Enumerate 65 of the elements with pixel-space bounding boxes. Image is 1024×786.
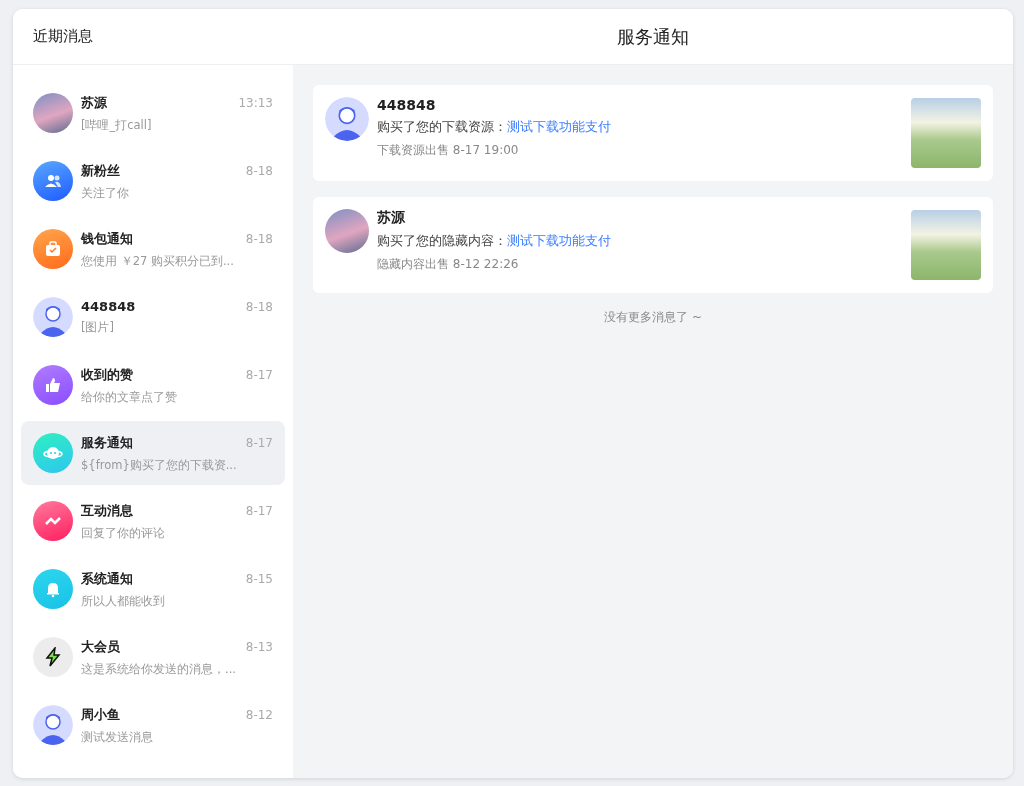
message-preview: 回复了你的评论 bbox=[81, 525, 166, 541]
message-time: 8-18 bbox=[245, 163, 273, 178]
notice-text: 购买了您的隐藏内容：测试下载功能支付 bbox=[377, 233, 612, 250]
message-time: 8-17 bbox=[245, 435, 273, 450]
avatar-silhouette bbox=[33, 297, 73, 337]
contact-name: 苏源 bbox=[81, 93, 107, 112]
contact-name: 收到的赞 bbox=[81, 365, 133, 384]
notice-meta: 隐藏内容出售 8-12 22:26 bbox=[377, 256, 520, 273]
message-time: 8-18 bbox=[245, 231, 273, 246]
message-preview: 给你的文章点了赞 bbox=[81, 389, 178, 405]
conversation-item[interactable]: 周小鱼 8-12 测试发送消息 bbox=[21, 693, 285, 757]
landscape-thumbnail bbox=[911, 98, 981, 168]
conversation-item[interactable]: 收到的赞 8-17 给你的文章点了赞 bbox=[21, 353, 285, 417]
user-name: 苏源 bbox=[377, 209, 406, 227]
bell-icon bbox=[33, 569, 73, 609]
zigzag-icon bbox=[33, 501, 73, 541]
message-preview: [图片] bbox=[81, 320, 115, 335]
contact-name: 周小鱼 bbox=[81, 705, 120, 724]
page-title: 服务通知 bbox=[617, 24, 689, 49]
message-time: 8-12 bbox=[245, 707, 273, 722]
resource-link[interactable]: 测试下载功能支付 bbox=[507, 233, 611, 248]
contact-name: 钱包通知 bbox=[81, 229, 133, 248]
message-time: 8-13 bbox=[245, 639, 273, 654]
message-time: 13:13 bbox=[238, 95, 273, 110]
message-preview: 测试发送消息 bbox=[81, 729, 154, 745]
contact-name: 448848 bbox=[81, 299, 136, 314]
conversation-item[interactable]: 448848 8-18 [图片] bbox=[21, 285, 285, 349]
notice-meta: 下载资源出售 8-17 19:00 bbox=[377, 142, 520, 159]
user-name: 448848 bbox=[377, 97, 437, 113]
photo-placeholder bbox=[325, 209, 369, 253]
conversation-item[interactable]: 互动消息 8-17 回复了你的评论 bbox=[21, 489, 285, 553]
message-preview: [哔哩_打call] bbox=[81, 117, 153, 133]
lightning-icon bbox=[33, 637, 73, 677]
contact-name: 系统通知 bbox=[81, 569, 133, 588]
conversation-item[interactable]: 苏源 13:13 [哔哩_打call] bbox=[21, 81, 285, 145]
contact-name: 服务通知 bbox=[81, 433, 133, 452]
people-icon bbox=[33, 161, 73, 201]
message-preview: 关注了你 bbox=[81, 185, 130, 201]
briefcase-icon bbox=[33, 229, 73, 269]
contact-name: 大会员 bbox=[81, 637, 120, 656]
resource-link[interactable]: 测试下载功能支付 bbox=[507, 119, 611, 134]
message-preview: 所以人都能收到 bbox=[81, 593, 166, 609]
notice-text: 购买了您的下载资源：测试下载功能支付 bbox=[377, 119, 612, 136]
planet-icon bbox=[33, 433, 73, 473]
landscape-thumbnail bbox=[911, 210, 981, 280]
sidebar-title: 近期消息 bbox=[33, 27, 93, 46]
message-time: 8-17 bbox=[245, 503, 273, 518]
thumbs-up-icon bbox=[33, 365, 73, 405]
message-preview: 这是系统给你发送的消息，... bbox=[81, 661, 237, 677]
message-preview: ${from}购买了您的下载资... bbox=[81, 457, 238, 473]
avatar-silhouette bbox=[325, 97, 369, 141]
contact-name: 新粉丝 bbox=[81, 161, 120, 180]
conversation-item[interactable]: 服务通知 8-17 ${from}购买了您的下载资... bbox=[21, 421, 285, 485]
conversation-item[interactable]: 大会员 8-13 这是系统给你发送的消息，... bbox=[21, 625, 285, 689]
conversation-item[interactable]: 系统通知 8-15 所以人都能收到 bbox=[21, 557, 285, 621]
message-preview: 您使用 ￥27 购买积分已到... bbox=[81, 253, 235, 269]
end-note: 没有更多消息了 ~ bbox=[604, 309, 702, 326]
conversation-item[interactable]: 新粉丝 8-18 关注了你 bbox=[21, 149, 285, 213]
message-time: 8-15 bbox=[245, 571, 273, 586]
contact-name: 互动消息 bbox=[81, 501, 133, 520]
avatar-silhouette bbox=[33, 705, 73, 745]
message-time: 8-17 bbox=[245, 367, 273, 382]
message-time: 8-18 bbox=[245, 299, 273, 314]
photo-placeholder bbox=[33, 93, 73, 133]
conversation-item[interactable]: 钱包通知 8-18 您使用 ￥27 购买积分已到... bbox=[21, 217, 285, 281]
